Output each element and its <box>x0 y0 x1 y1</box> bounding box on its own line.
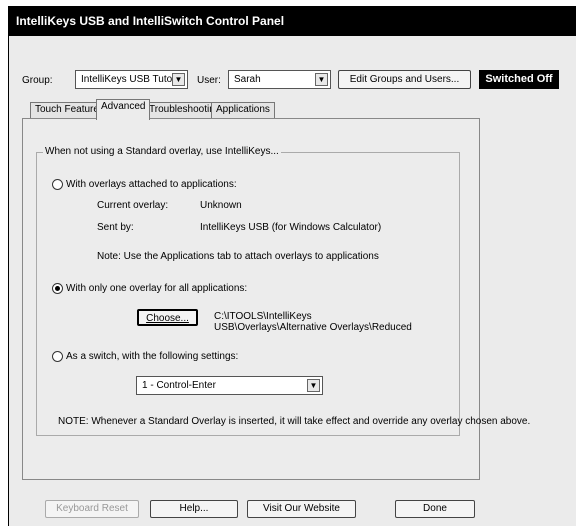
standard-overlay-note: NOTE: Whenever a Standard Overlay is ins… <box>58 416 531 427</box>
radio-attached-overlays-label: With overlays attached to applications: <box>66 179 237 190</box>
choose-overlay-button[interactable]: Choose... <box>137 309 198 326</box>
user-label: User: <box>197 75 221 86</box>
edit-groups-users-button[interactable]: Edit Groups and Users... <box>338 70 471 89</box>
chevron-down-icon[interactable]: ▼ <box>315 73 328 86</box>
user-select-value: Sarah <box>234 74 261 85</box>
switch-setting-select[interactable]: 1 - Control-Enter ▼ <box>136 376 323 395</box>
user-select[interactable]: Sarah ▼ <box>228 70 331 89</box>
radio-switch-mode[interactable] <box>52 351 63 362</box>
group-label: Group: <box>22 75 53 86</box>
sent-by-value: IntelliKeys USB (for Windows Calculator) <box>200 222 382 233</box>
current-overlay-value: Unknown <box>200 200 242 211</box>
chevron-down-icon[interactable]: ▼ <box>307 379 320 392</box>
keyboard-reset-button[interactable]: Keyboard Reset <box>45 500 139 518</box>
group-select[interactable]: IntelliKeys USB Tutorial ▼ <box>75 70 188 89</box>
group-select-value: IntelliKeys USB Tutorial <box>81 74 186 85</box>
radio-single-overlay[interactable] <box>52 283 63 294</box>
applications-tab-note: Note: Use the Applications tab to attach… <box>97 251 379 262</box>
overlay-path: C:\ITOOLS\IntelliKeys USB\Overlays\Alter… <box>214 311 412 333</box>
current-overlay-label: Current overlay: <box>97 200 169 211</box>
done-button[interactable]: Done <box>395 500 475 518</box>
visit-website-button[interactable]: Visit Our Website <box>247 500 356 518</box>
tab-applications[interactable]: Applications <box>211 102 275 118</box>
chevron-down-icon[interactable]: ▼ <box>172 73 185 86</box>
window-title: IntelliKeys USB and IntelliSwitch Contro… <box>9 7 576 36</box>
tab-advanced[interactable]: Advanced <box>96 99 151 120</box>
switch-setting-value: 1 - Control-Enter <box>142 380 216 391</box>
radio-switch-mode-label: As a switch, with the following settings… <box>66 351 239 362</box>
sent-by-label: Sent by: <box>97 222 134 233</box>
overlay-group-legend: When not using a Standard overlay, use I… <box>43 146 281 157</box>
help-button[interactable]: Help... <box>150 500 238 518</box>
switch-status-badge: Switched Off <box>479 70 559 89</box>
radio-attached-overlays[interactable] <box>52 179 63 190</box>
radio-single-overlay-label: With only one overlay for all applicatio… <box>66 283 248 294</box>
